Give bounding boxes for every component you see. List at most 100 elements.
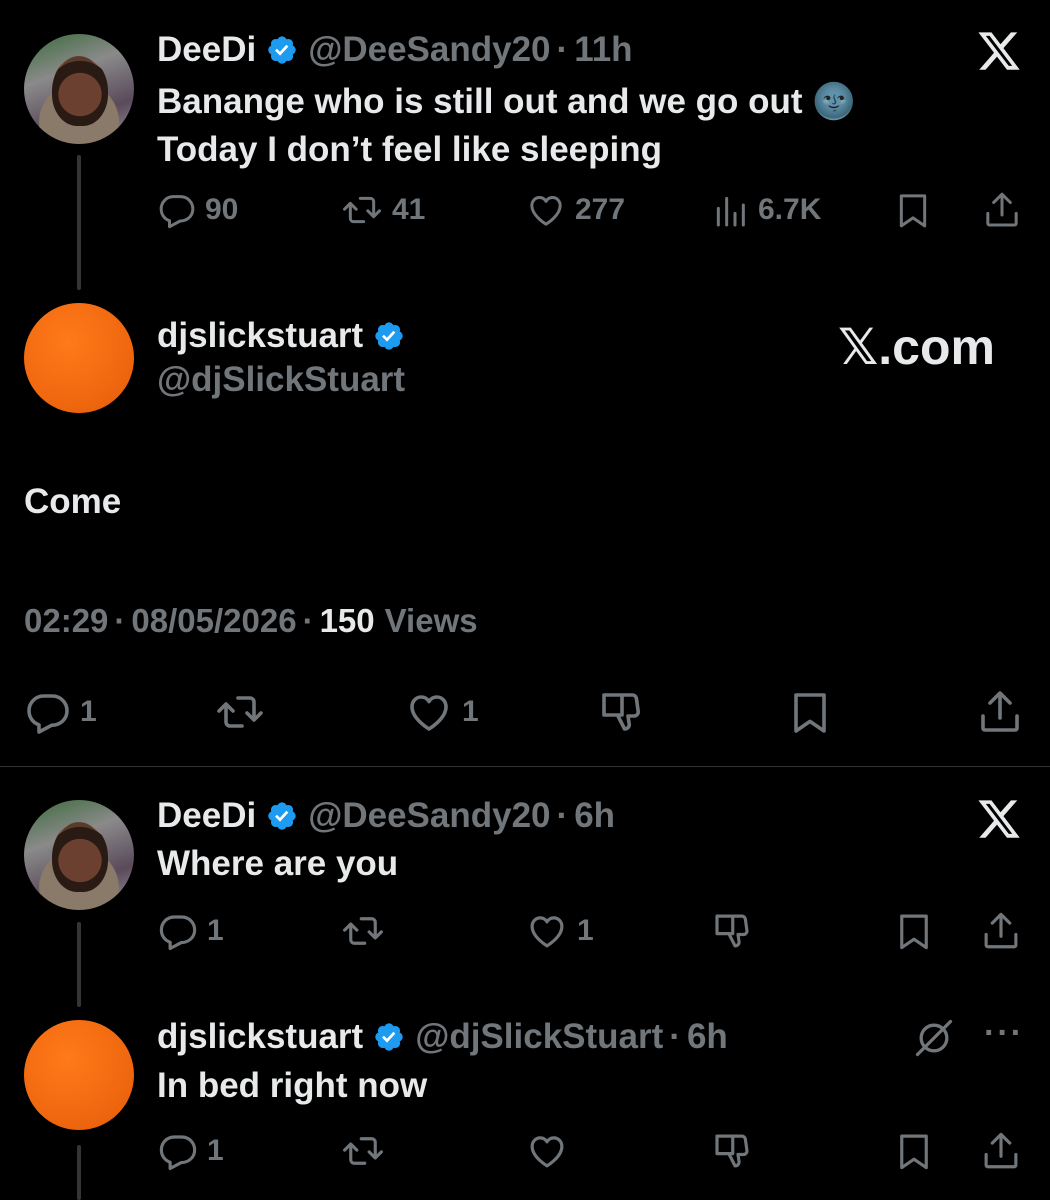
like-button[interactable]: [525, 1130, 569, 1172]
dislike-button[interactable]: [710, 1130, 752, 1172]
author-name[interactable]: DeeDi: [157, 30, 256, 70]
bookmark-button[interactable]: [893, 910, 935, 952]
repost-button[interactable]: [214, 688, 266, 736]
bookmark-icon: [893, 190, 933, 230]
views-label: Views: [384, 602, 478, 639]
dislike-button[interactable]: [596, 688, 644, 736]
author-handle[interactable]: @DeeSandy20: [308, 796, 550, 836]
tweet-time[interactable]: 6h: [574, 796, 615, 836]
divider: [0, 766, 1050, 767]
reply-icon: [157, 910, 199, 952]
like-button[interactable]: 1: [525, 910, 594, 952]
dislike-icon: [710, 1130, 752, 1172]
dislike-button[interactable]: [710, 910, 752, 952]
bookmark-icon: [786, 688, 834, 736]
repost-icon: [340, 190, 384, 230]
repost-icon: [340, 1130, 386, 1172]
heart-icon: [525, 910, 569, 952]
bookmark-button[interactable]: [893, 190, 933, 230]
reply-button[interactable]: 1: [157, 910, 224, 952]
author-handle[interactable]: @djSlickStuart: [415, 1017, 663, 1057]
dislike-icon: [596, 688, 644, 736]
views-icon: [710, 190, 750, 230]
repost-button[interactable]: [340, 910, 386, 952]
share-button[interactable]: [982, 190, 1022, 230]
tweet-text: Banange who is still out and we go out 🌚…: [157, 78, 856, 174]
reply-icon: [157, 190, 197, 230]
share-icon: [980, 1130, 1022, 1172]
reply-count: 1: [207, 914, 224, 947]
tweet-header: djslickstuart: [157, 314, 415, 358]
author-name[interactable]: DeeDi: [157, 796, 256, 836]
reply-count: 90: [205, 193, 239, 226]
thread-line: [77, 155, 81, 290]
like-button[interactable]: 1: [404, 688, 479, 736]
author-name[interactable]: djslickstuart: [157, 316, 363, 356]
repost-button[interactable]: [340, 1130, 386, 1172]
tweet-header: DeeDi @DeeSandy20 · 11h: [157, 28, 633, 72]
tweet-time[interactable]: 6h: [687, 1017, 728, 1057]
separator-dot: ·: [302, 602, 314, 639]
separator-dot: ·: [556, 796, 569, 835]
avatar[interactable]: [24, 800, 134, 910]
bookmark-icon: [893, 1130, 935, 1172]
reply-button[interactable]: 1: [157, 1130, 224, 1172]
reply-button[interactable]: 1: [24, 688, 97, 736]
tweet-date[interactable]: 08/05/2026: [131, 602, 296, 640]
tweet-text: Come: [24, 482, 122, 521]
x-logo-icon[interactable]: [976, 796, 1022, 842]
tweet-text-line: Today I don’t feel like sleeping: [157, 130, 663, 169]
author-handle[interactable]: @djSlickStuart: [157, 360, 405, 400]
share-icon: [982, 190, 1022, 230]
more-icon[interactable]: ···: [984, 1014, 1024, 1053]
reply-count: 1: [207, 1134, 224, 1167]
reply-icon: [157, 1130, 199, 1172]
like-count: 1: [462, 695, 479, 728]
author-handle[interactable]: @DeeSandy20: [308, 30, 550, 70]
x-com-brand: 𝕏.com: [838, 319, 995, 375]
thread-line: [77, 1145, 81, 1200]
repost-icon: [214, 688, 266, 736]
tweet-meta: 02:29 · 08/05/2026 · 150 Views: [24, 602, 478, 640]
bookmark-button[interactable]: [893, 1130, 935, 1172]
verified-badge-icon: [266, 800, 298, 832]
tweet-text-line: Banange who is still out and we go out 🌚: [157, 82, 856, 121]
tweet-header: DeeDi @DeeSandy20 · 6h: [157, 794, 615, 838]
verified-badge-icon: [266, 34, 298, 66]
heart-icon: [525, 190, 567, 230]
tweet-header: djslickstuart @djSlickStuart · 6h: [157, 1015, 728, 1059]
share-button[interactable]: [976, 688, 1024, 736]
reply-count: 1: [80, 695, 97, 728]
separator-dot: ·: [114, 602, 126, 639]
views-button[interactable]: 6.7K: [710, 190, 821, 230]
separator-dot: ·: [556, 30, 569, 69]
tweet-time[interactable]: 02:29: [24, 602, 108, 640]
repost-count: 41: [392, 193, 426, 226]
tweet-time[interactable]: 11h: [574, 30, 632, 70]
author-name[interactable]: djslickstuart: [157, 1017, 363, 1057]
bookmark-button[interactable]: [786, 688, 834, 736]
heart-icon: [525, 1130, 569, 1172]
repost-button[interactable]: 41: [340, 190, 425, 230]
like-count: 1: [577, 914, 594, 947]
share-button[interactable]: [980, 1130, 1022, 1172]
reply-button[interactable]: 90: [157, 190, 238, 230]
views-count: 150: [319, 602, 375, 639]
dislike-icon: [710, 910, 752, 952]
verified-badge-icon: [373, 320, 405, 352]
avatar[interactable]: [24, 1020, 134, 1130]
heart-icon: [404, 688, 454, 736]
reply-icon: [24, 688, 72, 736]
x-logo-icon[interactable]: [976, 28, 1022, 74]
views-count: 6.7K: [758, 193, 822, 226]
avatar[interactable]: [24, 303, 134, 413]
separator-dot: ·: [669, 1017, 681, 1056]
share-button[interactable]: [980, 910, 1022, 952]
like-button[interactable]: 277: [525, 190, 625, 230]
grok-icon[interactable]: [912, 1016, 956, 1060]
bookmark-icon: [893, 910, 935, 952]
avatar[interactable]: [24, 34, 134, 144]
tweet-text: Where are you: [157, 844, 399, 883]
repost-icon: [340, 910, 386, 952]
verified-badge-icon: [373, 1021, 405, 1053]
